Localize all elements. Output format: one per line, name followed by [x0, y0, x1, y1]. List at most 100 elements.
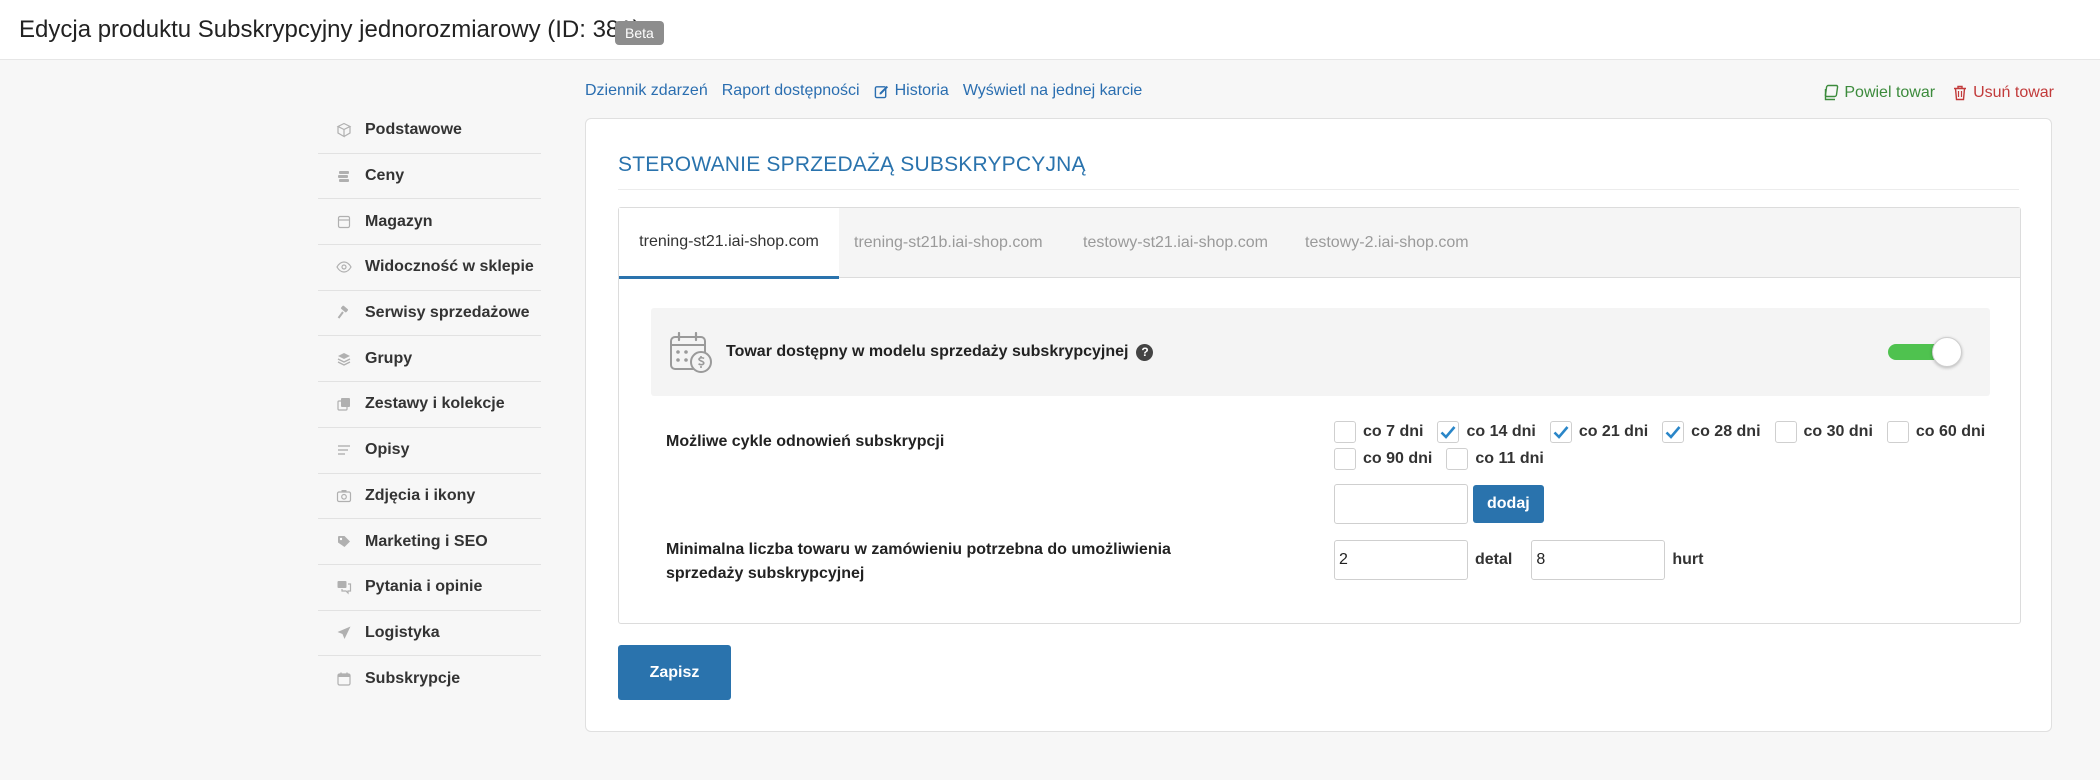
cycle-checkbox[interactable]: co 21 dni	[1549, 420, 1648, 443]
sidebar-item-label: Subskrypcje	[365, 670, 461, 688]
box-icon	[336, 122, 352, 138]
history-label: Historia	[894, 82, 949, 99]
sidebar-item-label: Grupy	[365, 349, 413, 367]
sidebar-item-label: Widoczność w sklepie	[365, 258, 534, 276]
top-links: Dziennik zdarzeń Raport dostępności Hist…	[585, 82, 1156, 100]
top-bar: Edycja produktu Subskrypcyjny jednorozmi…	[0, 0, 2100, 60]
check-icon	[1553, 425, 1569, 439]
sidebar-item-label: Magazyn	[365, 212, 433, 230]
wholesale-qty-input[interactable]	[1531, 540, 1666, 580]
checkbox-box	[1774, 420, 1797, 443]
gavel-icon	[336, 305, 352, 321]
trash-icon	[1954, 85, 1967, 101]
text-icon	[336, 442, 352, 458]
eye-icon	[336, 259, 352, 275]
checkbox-box	[1662, 420, 1685, 443]
send-icon	[336, 625, 352, 641]
camera-icon	[336, 488, 352, 504]
history-link[interactable]: Historia	[874, 82, 949, 100]
tab-trening-st21b[interactable]: trening-st21b.iai-shop.com	[854, 208, 1043, 278]
warehouse-icon	[336, 214, 352, 230]
sidebar: Podstawowe Ceny Magazyn Widoczność w skl…	[318, 108, 541, 702]
sidebar-item-label: Pytania i opinie	[365, 578, 483, 596]
cycle-label: co 60 dni	[1915, 422, 1986, 440]
availability-report-link[interactable]: Raport dostępności	[722, 82, 860, 100]
single-card-link[interactable]: Wyświetl na jednej karcie	[963, 82, 1142, 100]
checkbox-box	[1437, 420, 1460, 443]
sidebar-item-label: Serwisy sprzedażowe	[365, 304, 530, 322]
duplicate-label: Powiel towar	[1844, 84, 1936, 101]
retail-qty-input[interactable]	[1334, 540, 1468, 580]
min-qty-label: Minimalna liczba towaru w zamówieniu pot…	[666, 541, 1171, 582]
cycle-checkbox[interactable]: co 11 dni	[1446, 447, 1544, 470]
sidebar-item-pytania[interactable]: Pytania i opinie	[318, 565, 541, 611]
tab-bar: trening-st21.iai-shop.com trening-st21b.…	[619, 208, 2020, 279]
checkbox-box	[1886, 420, 1909, 443]
duplicate-button[interactable]: Powiel towar	[1822, 84, 1935, 102]
calendar-money-icon	[670, 332, 712, 373]
sidebar-item-label: Zestawy i kolekcje	[365, 395, 505, 413]
retail-unit: detal	[1475, 551, 1513, 568]
check-icon	[1665, 425, 1681, 439]
cycle-checkbox[interactable]: co 30 dni	[1774, 420, 1873, 443]
delete-label: Usuń towar	[1973, 84, 2054, 101]
sidebar-item-label: Ceny	[365, 167, 405, 185]
beta-badge: Beta	[615, 21, 664, 45]
sidebar-item-opisy[interactable]: Opisy	[318, 428, 541, 474]
availability-toggle[interactable]	[1888, 337, 1962, 367]
checkbox-box	[1446, 447, 1469, 470]
cycle-label: co 90 dni	[1363, 449, 1433, 467]
collection-icon	[336, 396, 352, 412]
cycle-checkbox[interactable]: co 14 dni	[1437, 420, 1536, 443]
check-icon	[1441, 425, 1456, 439]
sidebar-item-marketing[interactable]: Marketing i SEO	[318, 519, 541, 565]
panel-title: STEROWANIE SPRZEDAŻĄ SUBSKRYPCYJNĄ	[618, 153, 1086, 176]
subscription-panel: STEROWANIE SPRZEDAŻĄ SUBSKRYPCYJNĄ treni…	[585, 118, 2052, 732]
sidebar-item-subskrypcje[interactable]: Subskrypcje	[318, 656, 541, 702]
sidebar-item-label: Zdjęcia i ikony	[365, 486, 476, 504]
comments-icon	[336, 579, 352, 595]
checkbox-box	[1334, 447, 1356, 470]
new-cycle-input[interactable]	[1334, 484, 1468, 524]
title-divider	[618, 189, 2019, 190]
cycle-label: co 11 dni	[1475, 449, 1544, 467]
wholesale-unit: hurt	[1672, 551, 1704, 568]
delete-button[interactable]: Usuń towar	[1951, 84, 2054, 102]
add-cycle-row: dodaj	[1334, 484, 1544, 524]
save-button[interactable]: Zapisz	[618, 645, 731, 700]
tag-icon	[336, 534, 352, 550]
tab-testowy-2[interactable]: testowy-2.iai-shop.com	[1305, 208, 1469, 278]
cycle-checkbox[interactable]: co 28 dni	[1662, 420, 1761, 443]
cycle-label: co 28 dni	[1691, 422, 1761, 440]
sidebar-item-magazyn[interactable]: Magazyn	[318, 199, 541, 246]
sidebar-item-widocznosc[interactable]: Widoczność w sklepie	[318, 245, 541, 291]
cycle-checkbox[interactable]: co 90 dni	[1334, 447, 1433, 470]
help-icon[interactable]: ?	[1136, 343, 1154, 361]
sidebar-item-label: Podstawowe	[365, 121, 462, 139]
tab-testowy-st21[interactable]: testowy-st21.iai-shop.com	[1083, 208, 1268, 278]
availability-label: Towar dostępny w modelu sprzedaży subskr…	[726, 343, 1129, 360]
checkbox-box	[1334, 420, 1356, 443]
sidebar-item-label: Opisy	[365, 441, 410, 459]
sidebar-item-zdjecia[interactable]: Zdjęcia i ikony	[318, 474, 541, 520]
cycle-label: co 30 dni	[1803, 422, 1873, 440]
sidebar-item-ceny[interactable]: Ceny	[318, 154, 541, 200]
availability-label-group: Towar dostępny w modelu sprzedaży subskr…	[726, 343, 1154, 361]
tab-trening-st21[interactable]: trening-st21.iai-shop.com	[619, 208, 839, 279]
sidebar-item-zestawy[interactable]: Zestawy i kolekcje	[318, 382, 541, 428]
sidebar-item-grupy[interactable]: Grupy	[318, 336, 541, 383]
sidebar-item-podstawowe[interactable]: Podstawowe	[318, 108, 541, 154]
add-cycle-button[interactable]: dodaj	[1473, 485, 1544, 523]
edit-icon	[874, 85, 888, 98]
event-log-link[interactable]: Dziennik zdarzeń	[585, 82, 708, 100]
cycle-checkboxes: co 7 dni co 14 dni co 21 dni co 28 dni c…	[1334, 418, 1986, 472]
sidebar-item-serwisy[interactable]: Serwisy sprzedażowe	[318, 291, 541, 337]
shop-tabs: trening-st21.iai-shop.com trening-st21b.…	[618, 207, 2021, 624]
checkbox-box	[1549, 420, 1572, 443]
cycle-checkbox[interactable]: co 7 dni	[1334, 420, 1423, 443]
min-qty-row: detal hurt	[1334, 540, 1722, 580]
cycle-checkbox[interactable]: co 60 dni	[1886, 420, 1986, 443]
page-title: Edycja produktu Subskrypcyjny jednorozmi…	[19, 16, 641, 43]
layers-icon	[336, 351, 352, 367]
sidebar-item-logistyka[interactable]: Logistyka	[318, 611, 541, 657]
